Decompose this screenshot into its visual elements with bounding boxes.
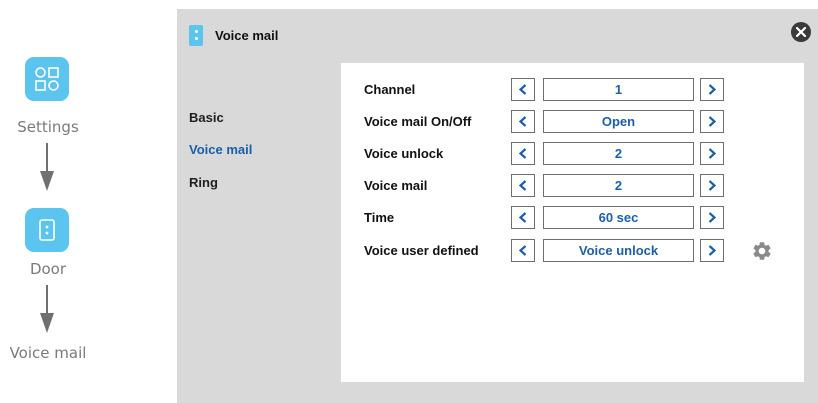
voice-user-defined-next-button[interactable] xyxy=(700,239,724,262)
setting-value: 60 sec xyxy=(543,206,694,229)
chevron-left-icon xyxy=(519,148,527,159)
voice-unlock-next-button[interactable] xyxy=(700,142,724,165)
setting-row-voice-unlock: Voice unlock 2 xyxy=(341,142,804,165)
voice-mail-screen: Settings Door Voice mail Voice mail Basi… xyxy=(0,0,818,403)
window-title: Voice mail xyxy=(215,28,279,43)
door-icon xyxy=(189,25,203,46)
setting-label: Channel xyxy=(364,82,416,97)
setting-value: Open xyxy=(543,110,694,133)
sidebar-item-ring[interactable]: Ring xyxy=(189,175,218,190)
chevron-left-icon xyxy=(519,245,527,256)
chevron-right-icon xyxy=(708,116,716,127)
down-arrow-icon xyxy=(40,285,54,333)
chevron-right-icon xyxy=(708,148,716,159)
chevron-left-icon xyxy=(519,180,527,191)
setting-label: Voice mail xyxy=(364,178,428,193)
voice-mail-on-off-prev-button[interactable] xyxy=(511,110,535,133)
chevron-left-icon xyxy=(519,84,527,95)
settings-panel: Channel 1 Voice mail On/Off Open Voice u… xyxy=(341,63,804,382)
setting-row-voice-mail-on-off: Voice mail On/Off Open xyxy=(341,110,804,133)
down-arrow-icon xyxy=(40,143,54,191)
setting-label: Voice user defined xyxy=(364,243,479,258)
voice-mail-next-button[interactable] xyxy=(700,174,724,197)
setting-row-time: Time 60 sec xyxy=(341,206,804,229)
chevron-left-icon xyxy=(519,212,527,223)
chevron-right-icon xyxy=(708,245,716,256)
setting-value: 1 xyxy=(543,78,694,101)
setting-row-voice-mail: Voice mail 2 xyxy=(341,174,804,197)
setting-row-channel: Channel 1 xyxy=(341,78,804,101)
setting-label: Voice mail On/Off xyxy=(364,114,472,129)
sidebar-item-basic[interactable]: Basic xyxy=(189,110,224,125)
door-icon xyxy=(25,208,69,252)
voice-mail-on-off-next-button[interactable] xyxy=(700,110,724,133)
chevron-right-icon xyxy=(708,180,716,191)
voice-unlock-prev-button[interactable] xyxy=(511,142,535,165)
setting-label: Voice unlock xyxy=(364,146,444,161)
voice-user-defined-prev-button[interactable] xyxy=(511,239,535,262)
time-next-button[interactable] xyxy=(700,206,724,229)
time-prev-button[interactable] xyxy=(511,206,535,229)
chevron-right-icon xyxy=(708,212,716,223)
close-button[interactable] xyxy=(791,22,811,42)
setting-value: 2 xyxy=(543,142,694,165)
voice-mail-prev-button[interactable] xyxy=(511,174,535,197)
sidebar-item-voice-mail[interactable]: Voice mail xyxy=(189,142,252,157)
window-title-bar: Voice mail xyxy=(189,25,278,46)
chevron-right-icon xyxy=(708,84,716,95)
voice-mail-window: Voice mail Basic Voice mail Ring Channel… xyxy=(177,9,818,403)
setting-row-voice-user-defined: Voice user defined Voice unlock xyxy=(341,239,804,262)
channel-next-button[interactable] xyxy=(700,78,724,101)
setting-value: Voice unlock xyxy=(543,239,694,262)
settings-grid-icon xyxy=(25,57,69,101)
close-icon xyxy=(796,27,806,37)
channel-prev-button[interactable] xyxy=(511,78,535,101)
setting-label: Time xyxy=(364,210,395,225)
setting-value: 2 xyxy=(543,174,694,197)
chevron-left-icon xyxy=(519,116,527,127)
guide-step-door: Door xyxy=(29,260,67,278)
guide-step-voice-mail: Voice mail xyxy=(9,344,87,362)
gear-icon[interactable] xyxy=(751,240,773,262)
guide-step-settings: Settings xyxy=(17,118,79,136)
